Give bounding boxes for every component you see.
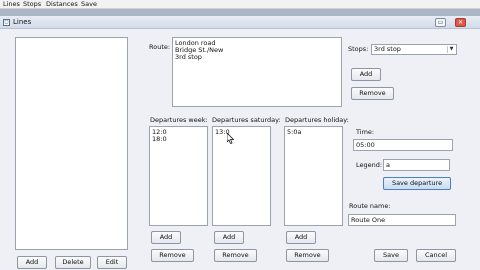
time-label: Time: — [356, 128, 375, 136]
remove-departure-saturday-button[interactable]: Remove — [214, 249, 257, 262]
window-titlebar: ◻ Lines ▭ ✕ — [0, 16, 480, 29]
delete-line-button[interactable]: Delete — [55, 256, 91, 269]
maximize-icon[interactable]: ▭ — [435, 18, 446, 27]
window-title: Lines — [13, 18, 32, 26]
add-departure-saturday-button[interactable]: Add — [214, 231, 244, 244]
lines-list[interactable] — [15, 37, 128, 250]
departures-saturday-label: Departures saturday: — [212, 116, 281, 124]
menu-stops[interactable]: Stops — [23, 0, 41, 9]
stops-select[interactable]: 3rd stop ▼ — [371, 44, 457, 55]
route-stops-list[interactable]: London road Bridge St./New 3rd stop — [172, 37, 342, 107]
remove-stop-button[interactable]: Remove — [351, 87, 394, 100]
add-departure-holiday-button[interactable]: Add — [286, 231, 316, 244]
menu-bar: Lines Stops Distances Save — [0, 0, 480, 9]
stops-label: Stops: — [348, 45, 369, 53]
time-input[interactable]: 05:00 — [353, 139, 453, 151]
departures-saturday-list[interactable]: 13:0 — [212, 126, 271, 226]
add-departure-week-button[interactable]: Add — [151, 231, 181, 244]
remove-departure-holiday-button[interactable]: Remove — [286, 249, 329, 262]
list-item[interactable]: 13:0 — [215, 129, 268, 136]
legend-label: Legend: — [356, 161, 383, 169]
cancel-button[interactable]: Cancel — [416, 249, 456, 262]
menu-save[interactable]: Save — [81, 0, 97, 9]
legend-input[interactable]: a — [383, 159, 450, 171]
stops-selected: 3rd stop — [374, 45, 401, 53]
close-icon[interactable]: ✕ — [455, 18, 466, 27]
route-label: Route: — [149, 43, 171, 51]
list-item[interactable]: 5:0a — [287, 129, 340, 136]
route-name-label: Route name: — [349, 202, 391, 210]
chevron-down-icon[interactable]: ▼ — [447, 46, 455, 53]
save-departure-button[interactable]: Save departure — [383, 177, 451, 190]
save-button[interactable]: Save — [374, 249, 408, 262]
menu-distances[interactable]: Distances — [46, 0, 78, 9]
remove-departure-week-button[interactable]: Remove — [151, 249, 194, 262]
menu-lines[interactable]: Lines — [3, 0, 20, 9]
list-item[interactable]: 3rd stop — [175, 54, 339, 61]
mouse-cursor-icon — [227, 133, 234, 144]
edit-line-button[interactable]: Edit — [97, 256, 127, 269]
route-name-input[interactable]: Route One — [348, 214, 456, 226]
departures-week-list[interactable]: 12:0 18:0 — [149, 126, 208, 226]
departures-week-label: Departures week: — [150, 116, 208, 124]
list-item[interactable]: 18:0 — [152, 136, 205, 143]
departures-holiday-label: Departures holiday: — [285, 116, 349, 124]
add-stop-button[interactable]: Add — [351, 68, 381, 81]
add-line-button[interactable]: Add — [17, 256, 47, 269]
departures-holiday-list[interactable]: 5:0a — [284, 126, 343, 226]
window-icon: ◻ — [3, 19, 10, 26]
